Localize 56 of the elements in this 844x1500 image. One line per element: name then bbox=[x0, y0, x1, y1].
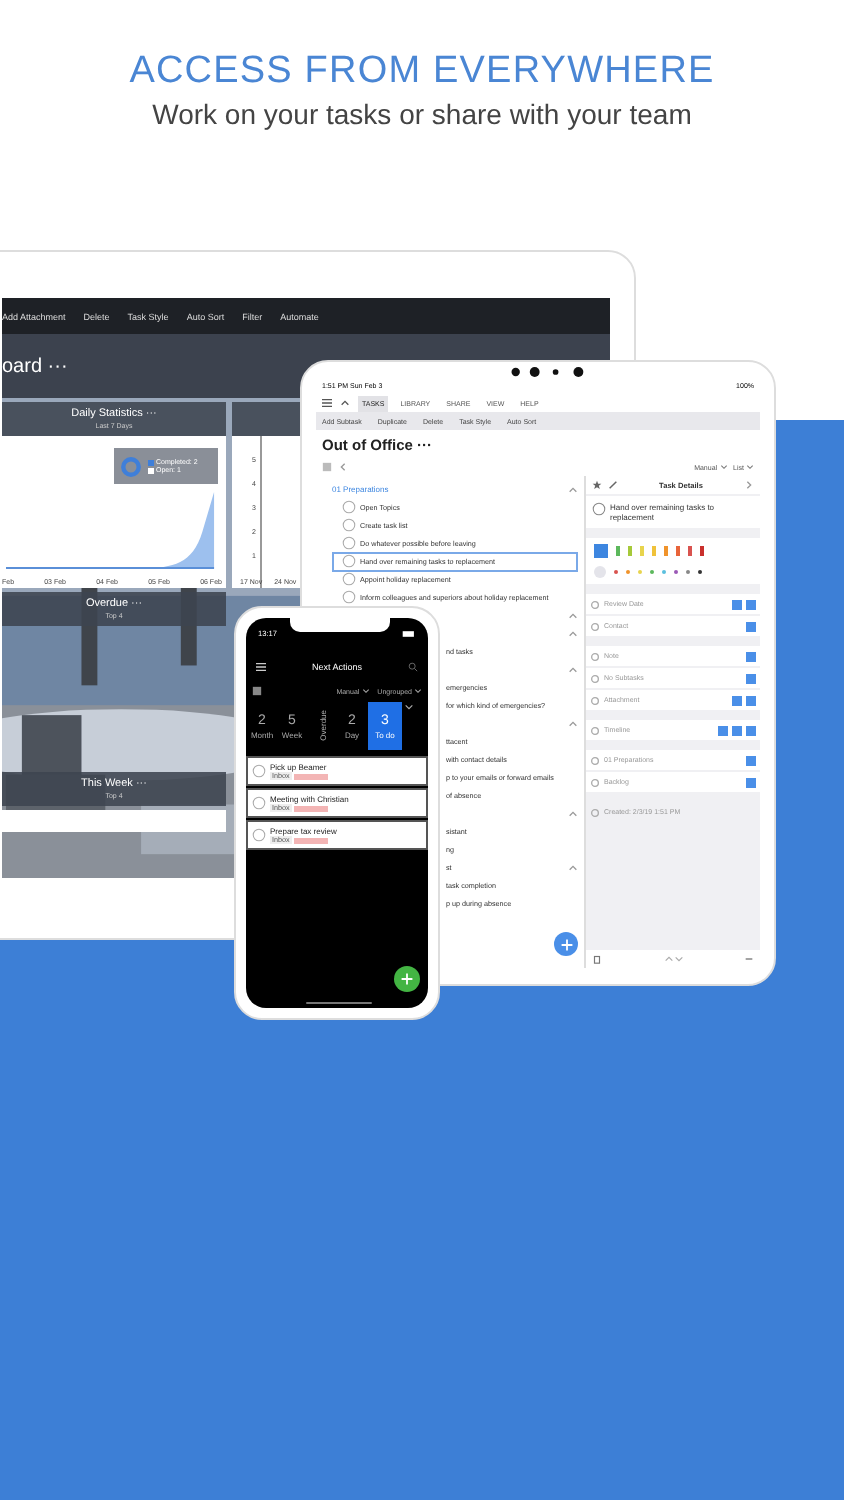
subheadline: Work on your tasks or share with your team bbox=[150, 96, 694, 132]
dashboard-title: oard ··· bbox=[2, 355, 68, 377]
field-icon bbox=[590, 621, 600, 631]
date-tag-icon bbox=[293, 805, 328, 811]
home-indicator bbox=[306, 1001, 372, 1004]
phone-notch bbox=[290, 618, 390, 632]
field-button[interactable] bbox=[746, 651, 756, 661]
minus-icon[interactable] bbox=[744, 954, 754, 964]
field-icon bbox=[590, 695, 600, 705]
star-icon[interactable] bbox=[592, 480, 602, 490]
plus-icon bbox=[557, 935, 575, 953]
checkbox-circle-icon[interactable] bbox=[342, 590, 356, 604]
field-button[interactable] bbox=[746, 777, 756, 787]
field-button[interactable] bbox=[746, 621, 756, 631]
camera-dots-icon bbox=[510, 366, 586, 378]
battery-icon bbox=[402, 630, 416, 638]
field-icon bbox=[590, 673, 600, 683]
headline: ACCESS FROM EVERYWHERE bbox=[129, 48, 715, 96]
grid-icon[interactable] bbox=[252, 686, 262, 696]
pencil-icon[interactable] bbox=[608, 480, 618, 490]
field-icon bbox=[590, 651, 600, 661]
back-icon[interactable] bbox=[338, 462, 348, 472]
field-icon bbox=[590, 725, 600, 735]
checkbox-circle-icon[interactable] bbox=[342, 518, 356, 532]
checkbox-circle-icon[interactable] bbox=[342, 536, 356, 550]
caret-icon[interactable] bbox=[340, 398, 350, 408]
date-tag-icon bbox=[293, 773, 328, 779]
flag-swatch[interactable] bbox=[594, 543, 608, 557]
field-icon bbox=[590, 755, 600, 765]
plus-icon bbox=[398, 970, 416, 988]
caret-icon bbox=[719, 464, 728, 470]
field-icon bbox=[590, 777, 600, 787]
chevron-icon[interactable] bbox=[404, 702, 414, 712]
field-button[interactable] bbox=[746, 673, 756, 683]
add-button[interactable] bbox=[394, 966, 420, 992]
up-icon[interactable] bbox=[663, 954, 673, 964]
checkbox-circle-icon[interactable] bbox=[252, 764, 266, 778]
search-icon[interactable] bbox=[408, 661, 418, 671]
caret-icon bbox=[746, 464, 754, 470]
checkbox-circle-icon[interactable] bbox=[342, 554, 356, 568]
caret-icon bbox=[361, 688, 370, 694]
field-icon bbox=[590, 599, 600, 609]
down-icon[interactable] bbox=[673, 954, 683, 964]
checkbox-circle-icon[interactable] bbox=[342, 572, 356, 586]
field-button[interactable] bbox=[746, 755, 756, 765]
caret-icon bbox=[414, 688, 422, 694]
checkbox-circle-icon[interactable] bbox=[592, 502, 606, 516]
menu-icon[interactable] bbox=[322, 398, 332, 408]
checkbox-circle-icon[interactable] bbox=[252, 828, 266, 842]
checkbox-circle-icon[interactable] bbox=[342, 500, 356, 514]
trash-icon[interactable] bbox=[592, 954, 602, 964]
field-icon bbox=[590, 807, 600, 817]
color-dot[interactable] bbox=[594, 566, 606, 578]
checkbox-circle-icon[interactable] bbox=[252, 796, 266, 810]
donut-chart-icon bbox=[120, 455, 142, 477]
date-tag-icon bbox=[293, 837, 328, 843]
